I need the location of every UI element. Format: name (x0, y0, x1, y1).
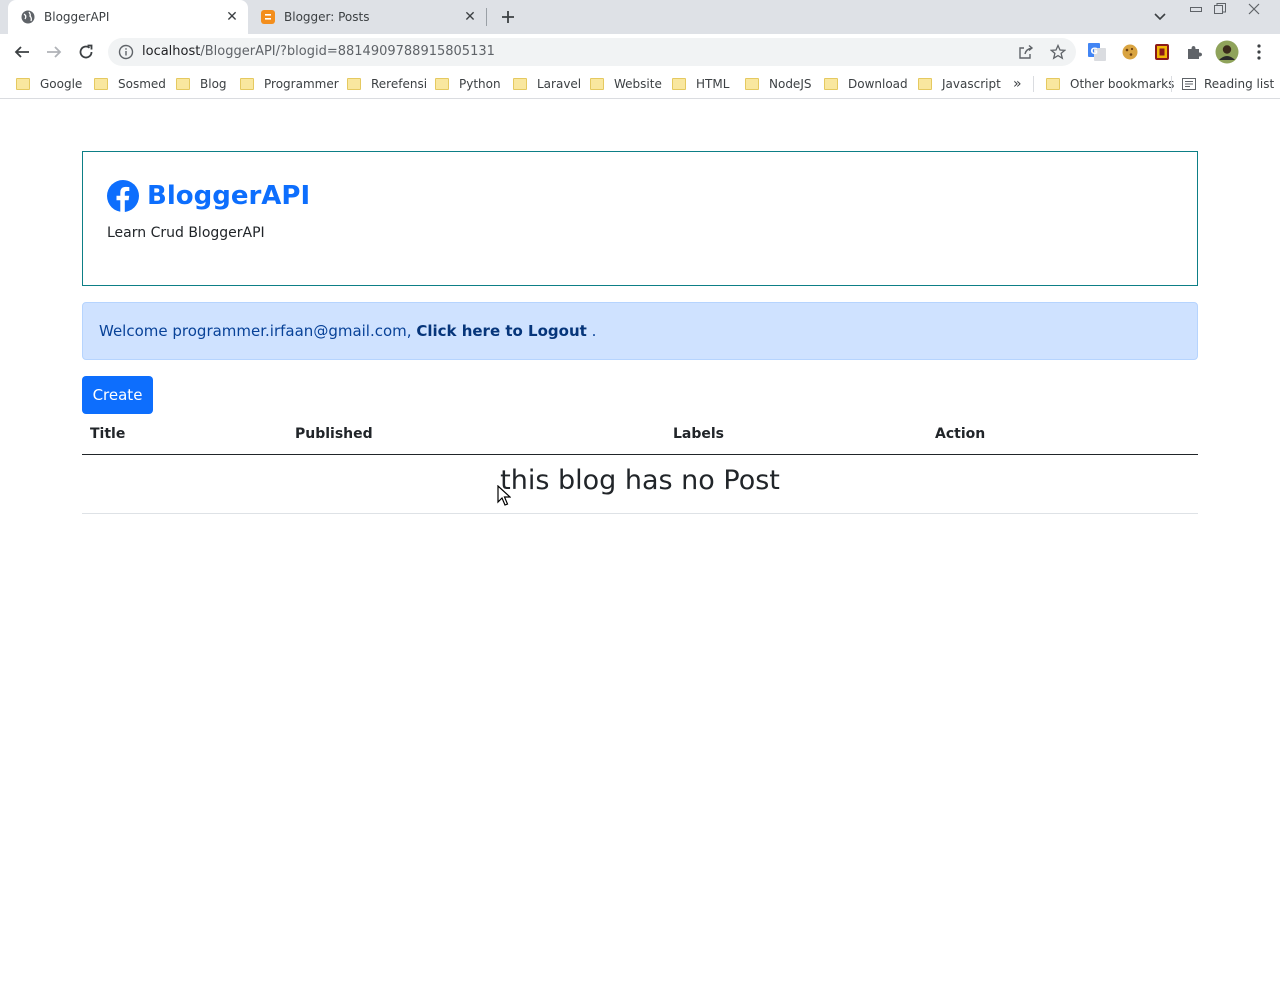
alert-suffix: . (586, 322, 597, 340)
extension-red-icon[interactable] (1152, 42, 1172, 62)
forward-icon[interactable] (42, 40, 66, 64)
bookmark-google[interactable]: Google (16, 70, 82, 98)
url-text: localhost/BloggerAPI/?blogid=88149097889… (142, 44, 495, 59)
new-tab-icon[interactable] (498, 7, 518, 27)
close-tab-icon[interactable]: ✕ (462, 9, 478, 25)
address-bar[interactable]: localhost/BloggerAPI/?blogid=88149097889… (108, 38, 1076, 66)
folder-icon (1046, 78, 1060, 90)
brand-name: BloggerAPI (147, 181, 311, 211)
close-tab-icon[interactable]: ✕ (224, 9, 240, 25)
facebook-logo-icon (107, 180, 139, 212)
folder-icon (672, 78, 686, 90)
restore-icon[interactable] (1208, 0, 1232, 18)
bookmark-programmer[interactable]: Programmer (240, 70, 339, 98)
column-action: Action (935, 426, 986, 442)
brand[interactable]: BloggerAPI (107, 180, 310, 212)
bookmark-rerefensi[interactable]: Rerefensi (347, 70, 427, 98)
folder-icon (240, 78, 254, 90)
back-icon[interactable] (10, 40, 34, 64)
bookmark-javascript[interactable]: Javascript (918, 70, 1001, 98)
tab-blogger-posts[interactable]: Blogger: Posts ✕ (250, 0, 486, 34)
bookmark-download[interactable]: Download (824, 70, 908, 98)
tab-strip: BloggerAPI ✕ Blogger: Posts ✕ (0, 0, 1280, 34)
bookmark-separator (1033, 76, 1034, 92)
logout-link[interactable]: Click here to Logout (416, 322, 586, 340)
tab-separator (486, 8, 487, 26)
site-info-icon[interactable] (118, 44, 134, 60)
bookmarks-bar: Google Sosmed Blog Programmer Rerefensi … (0, 70, 1280, 99)
bookmark-laravel[interactable]: Laravel (513, 70, 581, 98)
welcome-text: Welcome programmer.irfaan@gmail.com, (99, 322, 417, 340)
menu-kebab-icon[interactable] (1249, 42, 1269, 62)
column-published: Published (295, 426, 373, 442)
bookmarks-overflow-chevron-icon[interactable]: » (1013, 70, 1022, 98)
folder-icon (16, 78, 30, 90)
tab-search-icon[interactable] (1150, 7, 1170, 27)
tab-bloggerapi[interactable]: BloggerAPI ✕ (8, 0, 248, 34)
bookmark-other-bookmarks[interactable]: Other bookmarks (1046, 70, 1174, 98)
folder-icon (176, 78, 190, 90)
mouse-cursor-icon (497, 484, 512, 507)
empty-message: this blog has no Post (500, 465, 780, 496)
extensions-puzzle-icon[interactable] (1184, 42, 1204, 62)
bookmark-html[interactable]: HTML (672, 70, 729, 98)
reload-icon[interactable] (74, 40, 98, 64)
folder-icon (513, 78, 527, 90)
bookmark-python[interactable]: Python (435, 70, 501, 98)
welcome-alert: Welcome programmer.irfaan@gmail.com, Cli… (82, 302, 1198, 360)
folder-icon (918, 78, 932, 90)
folder-icon (435, 78, 449, 90)
tagline: Learn Crud BloggerAPI (107, 225, 265, 241)
table-row: this blog has no Post (82, 455, 1198, 514)
bookmark-website[interactable]: Website (590, 70, 662, 98)
folder-icon (824, 78, 838, 90)
translate-extension-icon[interactable]: G (1087, 42, 1107, 62)
create-button[interactable]: Create (82, 376, 153, 414)
close-window-icon[interactable] (1242, 0, 1266, 18)
minimize-icon[interactable] (1184, 0, 1208, 18)
posts-table-header: Title Published Labels Action (82, 418, 1198, 455)
folder-icon (590, 78, 604, 90)
share-icon[interactable] (1018, 44, 1034, 60)
blogger-icon (260, 9, 276, 25)
column-title: Title (90, 426, 126, 442)
bookmark-star-icon[interactable] (1050, 44, 1066, 60)
svg-text:G: G (1091, 47, 1098, 57)
bookmark-blog[interactable]: Blog (176, 70, 227, 98)
tab-title: Blogger: Posts (284, 10, 370, 24)
tab-title: BloggerAPI (44, 10, 110, 24)
bookmark-sosmed[interactable]: Sosmed (94, 70, 166, 98)
folder-icon (94, 78, 108, 90)
folder-icon (347, 78, 361, 90)
profile-avatar-icon[interactable] (1215, 40, 1239, 64)
header-card: BloggerAPI Learn Crud BloggerAPI (82, 151, 1198, 286)
globe-icon (20, 9, 36, 25)
folder-icon (745, 78, 759, 90)
reading-list-icon (1182, 78, 1196, 90)
bookmark-nodejs[interactable]: NodeJS (745, 70, 811, 98)
cookie-extension-icon[interactable] (1120, 42, 1140, 62)
column-labels: Labels (673, 426, 725, 442)
bookmark-separator (1171, 76, 1172, 92)
reading-list[interactable]: Reading list (1182, 70, 1274, 98)
